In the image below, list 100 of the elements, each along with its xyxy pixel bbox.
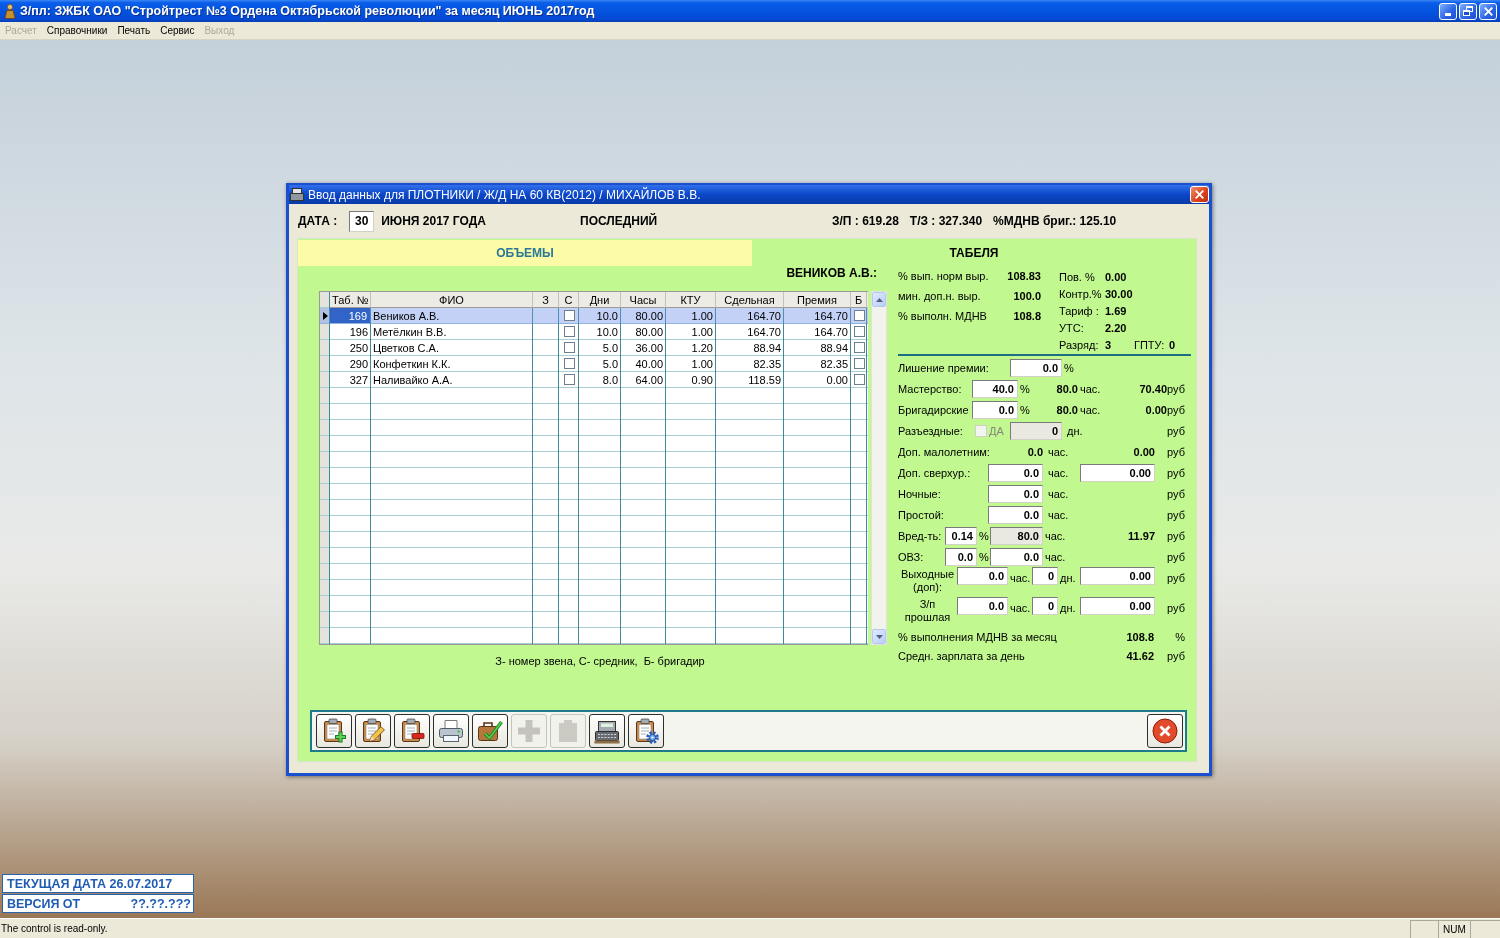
column-header: Премия [784, 292, 851, 308]
window-title: З/пл: ЗЖБК ОАО "Стройтрест №3 Ордена Октябрьской революции" за месяц ИЮНЬ 2017год [20, 4, 596, 18]
input-field[interactable]: 0.00 [1080, 597, 1155, 615]
unit-label: час. [1079, 382, 1101, 395]
column-header: Дни [579, 292, 621, 308]
table-cell-text: 36.00 [634, 340, 664, 355]
unit-label: час. [1009, 572, 1031, 584]
field-label: Средн. зарплата за день [898, 649, 1026, 662]
checkbox[interactable] [563, 326, 575, 337]
stat-label: % вып. норм выр. [898, 270, 990, 282]
stat-value: 3 [1105, 339, 1113, 352]
scroll-up-button[interactable] [872, 292, 886, 307]
checkbox[interactable] [563, 358, 575, 369]
stat-value: 0 [1169, 339, 1177, 352]
unit-label: руб [1167, 487, 1186, 500]
menu-item[interactable]: Печать [112, 25, 156, 36]
input-field[interactable]: 0 [1032, 567, 1058, 585]
month-label: ИЮНЯ 2017 ГОДА [381, 214, 486, 228]
table-row[interactable]: 290 Конфеткин К.К. 5.0 40.00 1.00 82.35 82.35 [320, 356, 868, 372]
table-cell-text: Цветков С.А. [372, 340, 440, 355]
column-header: Сдельная [716, 292, 784, 308]
computed-value: 0.0 [1027, 445, 1043, 458]
stat-label: Тариф : [1059, 304, 1100, 317]
column-header: КТУ [666, 292, 716, 308]
field-label: Доп. сверхур.: [898, 466, 972, 479]
input-field[interactable]: 0.0 [988, 463, 1043, 482]
scroll-down-button[interactable] [872, 629, 886, 644]
input-field[interactable]: 0.0 [988, 505, 1043, 524]
approve-button[interactable] [472, 714, 508, 748]
unit-label: час. [1009, 602, 1031, 614]
menu-item[interactable]: Сервис [155, 25, 200, 36]
input-field[interactable]: 0.00 [1080, 463, 1155, 482]
unit-label: руб [1167, 572, 1186, 584]
caret-down-icon [875, 634, 883, 639]
unit-label: руб [1167, 445, 1186, 458]
column-header: З [533, 292, 559, 308]
input-field[interactable]: 0.0 [945, 547, 977, 566]
cash-register-button[interactable] [589, 714, 625, 748]
input-field[interactable]: 40.0 [972, 379, 1018, 398]
print-button[interactable] [433, 714, 469, 748]
table-cell-text: 164.70 [746, 324, 782, 339]
input-field[interactable]: 0.0 [957, 567, 1008, 585]
briefcase-check-icon [477, 718, 503, 744]
edit-button[interactable] [355, 714, 391, 748]
settings-button[interactable] [628, 714, 664, 748]
checkbox[interactable] [563, 374, 575, 385]
status-panel [1470, 920, 1500, 938]
menu-item[interactable]: Справочники [41, 25, 113, 36]
remove-button[interactable] [394, 714, 430, 748]
dialog-title: Ввод данных для ПЛОТНИКИ / Ж/Д НА 60 КВ(2012) / МИХАЙЛОВ В.В. [308, 187, 702, 202]
table-cell-text: 290 [348, 356, 369, 371]
mode-label: ПОСЛЕДНИЙ [580, 214, 658, 228]
table-row[interactable]: 250 Цветков С.А. 5.0 36.00 1.20 88.94 88.94 [320, 340, 868, 356]
scrollbar[interactable] [871, 291, 887, 645]
unit-label: час. [1047, 445, 1069, 458]
table-cell-text: 327 [348, 372, 369, 387]
table-cell-text: 1.00 [690, 324, 714, 339]
restore-button[interactable] [1459, 2, 1477, 20]
checkbox[interactable] [563, 342, 575, 353]
checkbox[interactable] [853, 358, 865, 369]
worker-name: ВЕНИКОВ А.В.: [786, 266, 877, 282]
table-cell-text: 0.90 [690, 372, 714, 387]
minimize-button[interactable] [1439, 2, 1457, 20]
column-header: ФИО [371, 292, 533, 308]
header-total: Т/З : 327.340 [909, 214, 983, 228]
checkbox[interactable] [563, 310, 575, 321]
day-field[interactable]: 30 [349, 210, 375, 232]
input-field[interactable]: 0 [1032, 597, 1058, 615]
close-icon [1195, 190, 1204, 199]
column-header: Часы [621, 292, 666, 308]
checkbox[interactable] [853, 342, 865, 353]
header-total: З/П : 619.28 [832, 214, 899, 228]
input-field[interactable]: 0.14 [945, 526, 977, 545]
input-field[interactable]: 0.0 [990, 547, 1043, 566]
clipboard-pencil-icon [360, 718, 386, 744]
table-row[interactable]: 327 Наливайко А.А. 8.0 64.00 0.90 118.59 0.00 [320, 372, 868, 388]
stat-value: 100.0 [1013, 290, 1041, 302]
unit-label: час. [1047, 487, 1069, 500]
unit-label: руб [1167, 550, 1186, 563]
add-button[interactable] [316, 714, 352, 748]
checkbox[interactable] [853, 374, 865, 385]
table-row[interactable]: 196 Метёлкин В.В. 10.0 80.00 1.00 164.70 164.70 [320, 324, 868, 340]
input-field[interactable]: 0.0 [957, 597, 1008, 615]
table-cell-text: 118.59 [747, 372, 782, 387]
status-message: The control is read-only. [1, 923, 108, 934]
tab[interactable]: ОБЪЕМЫ [298, 240, 752, 266]
input-field[interactable]: 0.0 [1010, 358, 1062, 377]
checkbox[interactable] [853, 310, 865, 321]
close-button[interactable] [1147, 714, 1183, 748]
unit-label: руб [1167, 508, 1186, 521]
input-field[interactable]: 0.0 [972, 400, 1018, 419]
checkbox[interactable] [853, 326, 865, 337]
unit-label: руб [1167, 602, 1186, 614]
table-cell-text: 88.94 [819, 340, 849, 355]
input-field[interactable]: 0.0 [988, 484, 1043, 503]
table-row[interactable]: 169 Веников А.В. 10.0 80.00 1.00 164.70 164.70 [320, 308, 868, 324]
unit-label: % [1063, 361, 1074, 374]
column-header: Б [851, 292, 867, 308]
input-field[interactable]: 0.00 [1080, 567, 1155, 585]
field-label: Выходные (доп): [900, 568, 955, 594]
